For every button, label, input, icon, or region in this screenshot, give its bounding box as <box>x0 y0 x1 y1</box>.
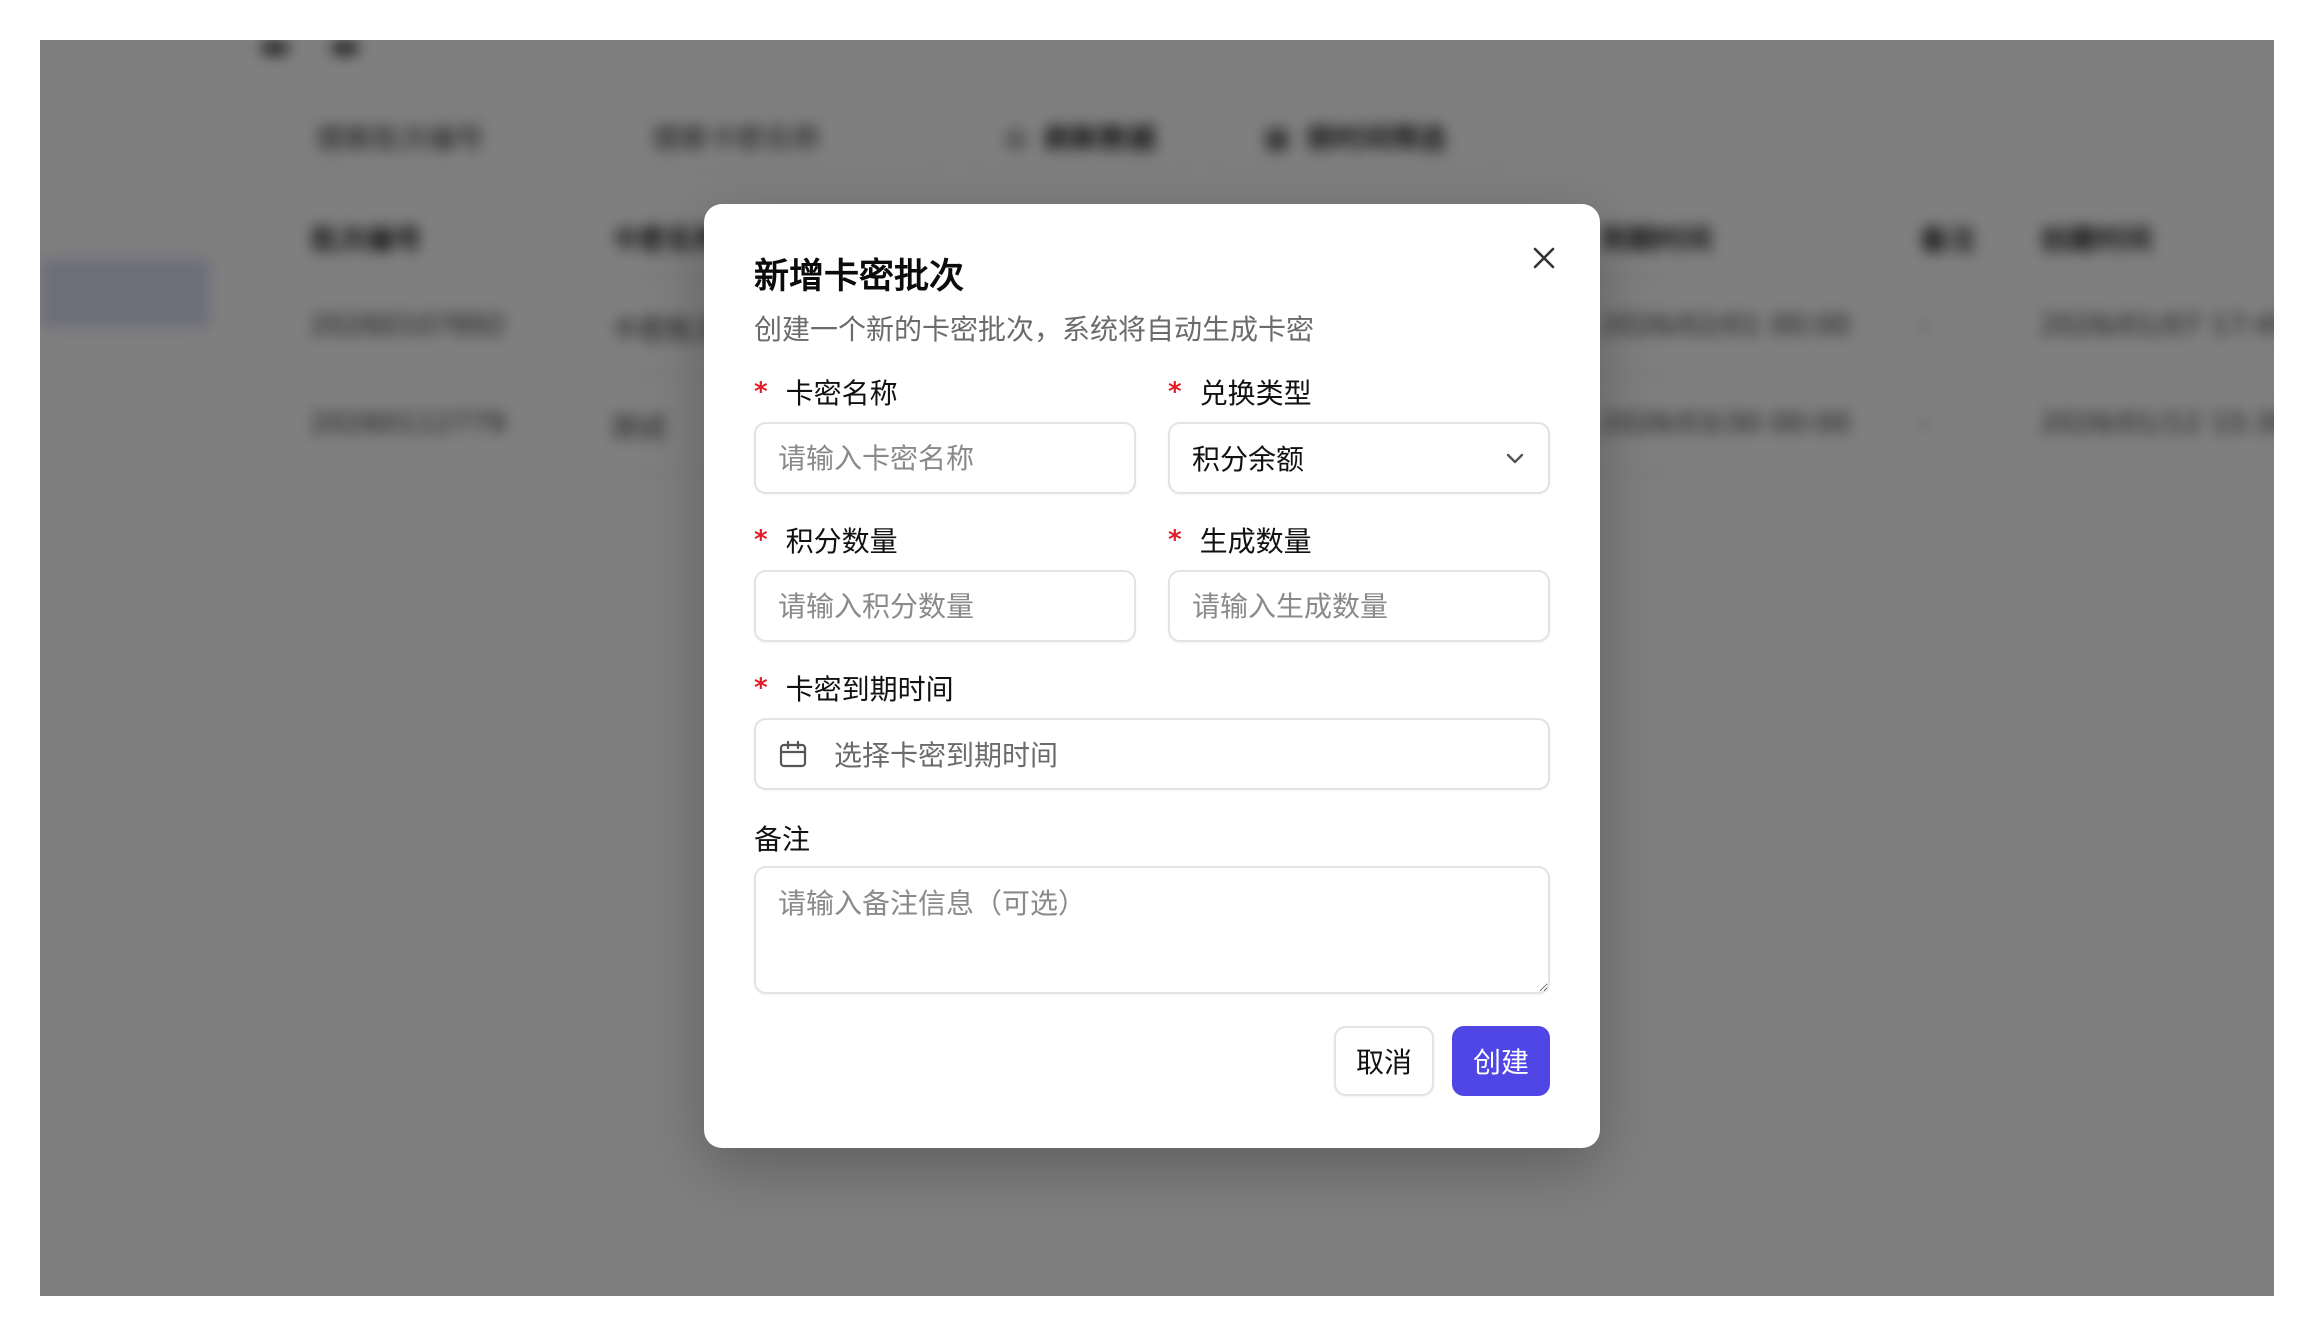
chevron-down-icon <box>1506 453 1524 464</box>
expire-time-label: * 卡密到期时间 <box>754 668 954 708</box>
card-name-label-text: 卡密名称 <box>785 377 898 410</box>
cancel-button[interactable]: 取消 <box>1334 1026 1434 1096</box>
redeem-type-select[interactable]: 积分余额 <box>1168 422 1550 494</box>
remark-textarea[interactable] <box>754 866 1550 994</box>
card-name-label: * 卡密名称 <box>754 372 898 412</box>
required-mark: * <box>1168 525 1182 555</box>
create-batch-dialog: 新增卡密批次 创建一个新的卡密批次，系统将自动生成卡密 * 卡密名称 * 兑换类… <box>704 204 1600 1148</box>
dialog-subtitle: 创建一个新的卡密批次，系统将自动生成卡密 <box>754 313 1315 346</box>
close-icon <box>1533 247 1555 269</box>
points-input[interactable] <box>754 570 1136 642</box>
required-mark: * <box>754 673 768 703</box>
remark-label-text: 备注 <box>754 823 811 856</box>
card-name-input[interactable] <box>754 422 1136 494</box>
points-label-text: 积分数量 <box>785 525 898 558</box>
expire-time-picker[interactable]: 选择卡密到期时间 <box>754 718 1550 790</box>
quantity-input[interactable] <box>1168 570 1550 642</box>
points-label: * 积分数量 <box>754 520 898 560</box>
required-mark: * <box>1168 377 1182 407</box>
expire-time-label-text: 卡密到期时间 <box>785 673 954 706</box>
redeem-type-label: * 兑换类型 <box>1168 372 1312 412</box>
create-button[interactable]: 创建 <box>1452 1026 1550 1096</box>
quantity-label: * 生成数量 <box>1168 520 1312 560</box>
remark-label: 备注 <box>754 818 810 858</box>
close-button[interactable] <box>1522 236 1566 280</box>
dialog-title: 新增卡密批次 <box>754 257 965 297</box>
required-mark: * <box>754 525 768 555</box>
required-mark: * <box>754 377 768 407</box>
expire-time-placeholder: 选择卡密到期时间 <box>834 739 1059 772</box>
calendar-icon <box>779 740 807 768</box>
quantity-label-text: 生成数量 <box>1199 525 1312 558</box>
redeem-type-label-text: 兑换类型 <box>1199 377 1312 410</box>
redeem-type-value: 积分余额 <box>1192 443 1305 476</box>
